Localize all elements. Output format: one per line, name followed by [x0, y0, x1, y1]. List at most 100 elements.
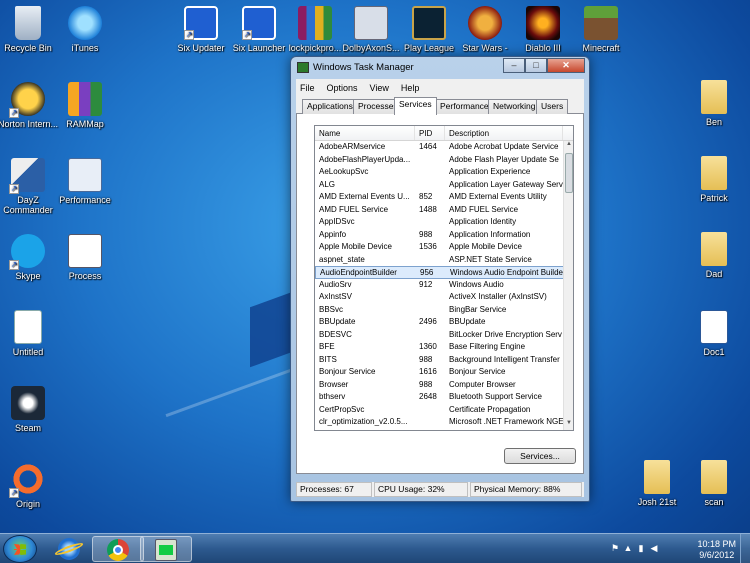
- desktop-icon-left-5[interactable]: Performance: [54, 158, 116, 205]
- shortcut-arrow-icon: ↗: [184, 30, 194, 40]
- scroll-thumb[interactable]: [565, 153, 573, 193]
- table-row[interactable]: aspnet_state ASP.NET State Service: [315, 254, 573, 267]
- desktop-icon-right-4[interactable]: Josh 21st: [626, 460, 688, 507]
- taskbar-task-manager[interactable]: [140, 536, 192, 562]
- desktop-icon-left-0[interactable]: Recycle Bin: [0, 6, 59, 53]
- desktop-icon-top-4[interactable]: Play League: [398, 6, 460, 53]
- window-title: Windows Task Manager: [313, 62, 414, 73]
- desktop-icon-top-0[interactable]: ↗ Six Updater: [170, 6, 232, 53]
- table-row[interactable]: AdobeFlashPlayerUpda... Adobe Flash Playe…: [315, 154, 573, 167]
- cell-description: Application Identity: [449, 217, 517, 226]
- desktop-icon-left-4[interactable]: ↗ DayZ Commander: [0, 158, 59, 215]
- cell-description: BingBar Service: [449, 304, 507, 314]
- cell-name: AMD FUEL Service: [319, 204, 389, 214]
- table-row[interactable]: AdobeARMservice 1464 Adobe Acrobat Update …: [315, 141, 573, 154]
- table-row[interactable]: AMD External Events U... 852 AMD External …: [315, 191, 573, 204]
- tab-users[interactable]: Users: [536, 99, 569, 114]
- system-tray: ⚑ ▲ ▮ ◀ 10:18 PM 9/6/2012: [610, 534, 750, 563]
- desktop-icon-left-8[interactable]: Untitled: [0, 310, 59, 357]
- services-list[interactable]: ^ Name PID Description AdobeARMservice 146…: [314, 125, 574, 431]
- desktop-icon-left-7[interactable]: Process: [54, 234, 116, 281]
- cell-description: Computer Browser: [449, 379, 516, 389]
- desktop-icon-right-3[interactable]: Doc1: [683, 310, 745, 357]
- table-row[interactable]: Browser 988 Computer Browser: [315, 379, 573, 392]
- table-row[interactable]: BBUpdate 2496 BBUpdate: [315, 316, 573, 329]
- table-row[interactable]: BDESVC BitLocker Drive Encryption Serv: [315, 329, 573, 342]
- cell-pid: 852: [419, 192, 433, 201]
- desktop-icon-left-3[interactable]: RAMMap: [54, 82, 116, 129]
- vertical-scrollbar[interactable]: ▲ ▼: [563, 141, 573, 430]
- desktop-icon-left-10[interactable]: ↗ Origin: [0, 462, 59, 509]
- table-row[interactable]: Apple Mobile Device 1536 Apple Mobile Devi…: [315, 241, 573, 254]
- column-name[interactable]: ^ Name: [315, 126, 415, 140]
- tray-expand-icon[interactable]: ▲: [623, 543, 633, 553]
- table-row[interactable]: AppIDSvc Application Identity: [315, 216, 573, 229]
- table-row[interactable]: Bonjour Service 1616 Bonjour Service: [315, 366, 573, 379]
- tab-performance[interactable]: Performance: [435, 99, 494, 114]
- table-row[interactable]: BITS 988 Background Intelligent Transfer: [315, 354, 573, 367]
- menu-view[interactable]: View: [370, 83, 389, 93]
- table-row[interactable]: BFE 1360 Base Filtering Engine: [315, 341, 573, 354]
- maximize-button[interactable]: □: [525, 58, 547, 73]
- table-row[interactable]: AudioEndpointBuilder 956 Windows Audio End…: [315, 266, 573, 279]
- tab-applications[interactable]: Applications: [302, 99, 358, 114]
- status-bar: Processes: 67 CPU Usage: 32% Physical Me…: [296, 482, 584, 497]
- cell-pid: [415, 291, 445, 304]
- start-button[interactable]: [3, 535, 37, 563]
- clock[interactable]: 10:18 PM 9/6/2012: [697, 539, 736, 561]
- volume-icon[interactable]: ◀: [649, 543, 659, 553]
- table-row[interactable]: AMD FUEL Service 1488 AMD FUEL Service: [315, 204, 573, 217]
- network-icon[interactable]: ▮: [636, 543, 646, 553]
- menu-file[interactable]: File: [300, 83, 315, 93]
- cell-description: Application Information: [449, 229, 531, 239]
- taskbar-chrome[interactable]: [92, 536, 144, 562]
- table-row[interactable]: BBSvc BingBar Service: [315, 304, 573, 317]
- tab-services[interactable]: Services: [394, 97, 437, 115]
- desktop-icon-left-2[interactable]: ↗ Norton Intern...: [0, 82, 59, 129]
- tab-networking[interactable]: Networking: [488, 99, 541, 114]
- show-desktop-button[interactable]: [740, 534, 750, 563]
- desktop-icon-top-1[interactable]: ↗ Six Launcher: [228, 6, 290, 53]
- menu-help[interactable]: Help: [401, 83, 420, 93]
- services-button[interactable]: Services...: [504, 448, 576, 464]
- taskbar-internet-explorer[interactable]: [44, 536, 96, 562]
- column-pid[interactable]: PID: [415, 126, 445, 140]
- desktop-icon-label: Recycle Bin: [4, 43, 52, 53]
- desktop-icon-top-3[interactable]: DolbyAxonS...: [340, 6, 402, 53]
- cell-name: BBSvc: [319, 304, 344, 314]
- table-row[interactable]: AxInstSV ActiveX Installer (AxInstSV): [315, 291, 573, 304]
- desktop-icon-top-7[interactable]: Minecraft: [570, 6, 632, 53]
- desktop-icon-left-6[interactable]: ↗ Skype: [0, 234, 59, 281]
- table-row[interactable]: bthserv 2648 Bluetooth Support Service: [315, 391, 573, 404]
- desktop-icon-right-1[interactable]: Patrick: [683, 156, 745, 203]
- desktop-icon-right-5[interactable]: scan: [683, 460, 745, 507]
- table-row[interactable]: AudioSrv 912 Windows Audio: [315, 279, 573, 292]
- task-manager-window[interactable]: Windows Task Manager – □ ✕ File Options …: [290, 56, 590, 502]
- scroll-down-icon[interactable]: ▼: [564, 420, 573, 430]
- menu-options[interactable]: Options: [327, 83, 358, 93]
- desktop-icon-left-1[interactable]: iTunes: [54, 6, 116, 53]
- table-row[interactable]: Appinfo 988 Application Information: [315, 229, 573, 242]
- desktop-icon-top-5[interactable]: Star Wars -: [454, 6, 516, 53]
- dayz-icon: ↗: [9, 158, 45, 194]
- window-titlebar[interactable]: Windows Task Manager – □ ✕: [291, 57, 589, 79]
- close-button[interactable]: ✕: [547, 58, 585, 73]
- norton-icon: ↗: [9, 82, 45, 118]
- scroll-up-icon[interactable]: ▲: [564, 141, 573, 151]
- table-row[interactable]: clr_optimization_v2.0.5... Microsoft .NET…: [315, 416, 573, 429]
- desktop-icon-right-2[interactable]: Dad: [683, 232, 745, 279]
- table-row[interactable]: CertPropSvc Certificate Propagation: [315, 404, 573, 417]
- flag-icon[interactable]: ⚑: [610, 543, 620, 553]
- cell-description: AMD External Events Utility: [449, 192, 547, 201]
- column-description[interactable]: Description: [445, 126, 563, 140]
- cell-description: AMD FUEL Service: [449, 204, 519, 214]
- table-row[interactable]: AeLookupSvc Application Experience: [315, 166, 573, 179]
- desktop-icon-top-6[interactable]: Diablo III: [512, 6, 574, 53]
- six-launcher-icon: ↗: [242, 6, 276, 40]
- table-row[interactable]: ALG Application Layer Gateway Serv: [315, 179, 573, 192]
- desktop-icon-right-0[interactable]: Ben: [683, 80, 745, 127]
- desktop-icon-left-9[interactable]: Steam: [0, 386, 59, 433]
- minimize-button[interactable]: –: [503, 58, 525, 73]
- desktop-icon-top-2[interactable]: lockpickpro...: [284, 6, 346, 53]
- cell-name: AdobeARMservice: [319, 142, 386, 151]
